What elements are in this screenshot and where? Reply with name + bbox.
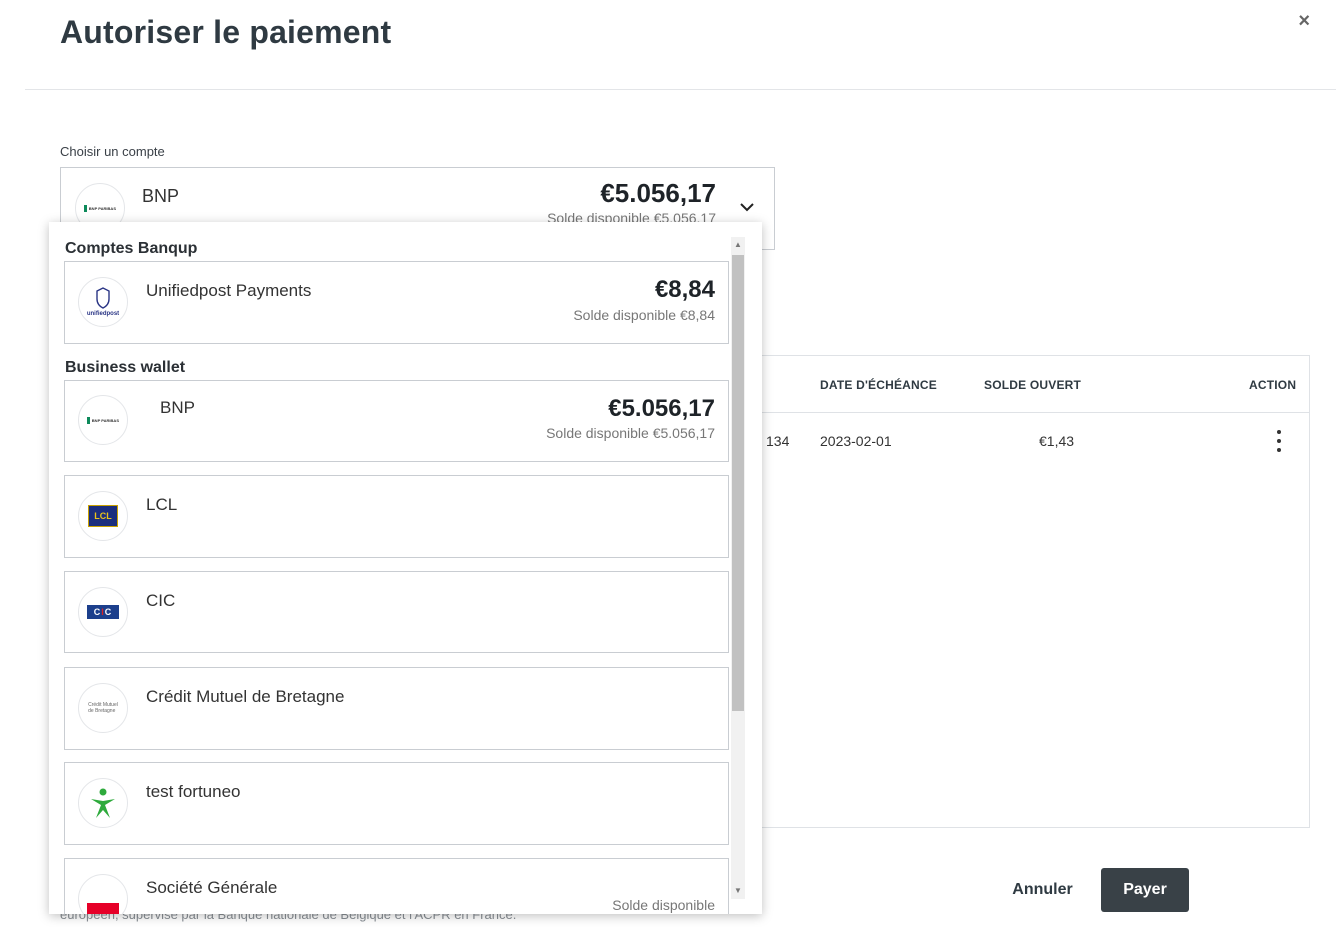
societe-generale-logo-icon — [78, 874, 128, 914]
selected-account-name: BNP — [142, 186, 180, 206]
scroll-down-arrow-icon[interactable]: ▼ — [731, 883, 745, 899]
column-header-due-date[interactable]: DATE D'ÉCHÉANCE — [820, 378, 937, 392]
more-options-icon[interactable] — [1274, 430, 1284, 456]
column-header-action: ACTION — [1249, 378, 1297, 392]
account-option-cic[interactable]: CIC CIC — [64, 571, 729, 653]
account-option-unifiedpost[interactable]: unifiedpost Unifiedpost Payments €8,84 S… — [64, 261, 729, 344]
cic-logo-icon: CIC — [78, 587, 128, 637]
svg-text:unifiedpost: unifiedpost — [87, 311, 119, 317]
account-option-fortuneo[interactable]: test fortuneo — [64, 762, 729, 845]
account-dropdown: Comptes Banqup unifiedpost Unifiedpost P… — [49, 222, 762, 914]
chevron-down-icon[interactable] — [738, 198, 756, 216]
account-option-name: CIC — [146, 591, 176, 610]
scroll-up-arrow-icon[interactable]: ▲ — [731, 237, 745, 253]
row-due-date: 2023-02-01 — [820, 433, 892, 449]
modal-title: Autoriser le paiement — [60, 14, 392, 50]
credit-mutuel-logo-icon: Crédit Mutuel de Bretagne — [78, 683, 128, 733]
group-title-banqup: Comptes Banqup — [65, 240, 198, 257]
lcl-logo-icon: LCL — [78, 491, 128, 541]
close-icon[interactable]: × — [1298, 10, 1310, 33]
account-option-lcl[interactable]: LCL LCL — [64, 475, 729, 558]
dropdown-scrollbar[interactable]: ▲ ▼ — [731, 237, 745, 899]
account-option-available: Solde disponible €8,84 — [573, 307, 715, 323]
account-option-name: test fortuneo — [146, 782, 241, 801]
account-option-bnp[interactable]: BNP PARIBAS BNP €5.056,17 Solde disponib… — [64, 380, 729, 462]
fortuneo-logo-icon — [78, 778, 128, 828]
account-option-societe-generale[interactable]: Société Générale Solde disponible — [64, 858, 729, 914]
pay-button[interactable]: Payer — [1101, 868, 1189, 912]
group-title-business-wallet: Business wallet — [65, 359, 186, 376]
account-option-amount: €5.056,17 — [608, 395, 715, 422]
account-option-name: Crédit Mutuel de Bretagne — [146, 687, 345, 706]
account-option-name: Unifiedpost Payments — [146, 281, 312, 300]
account-option-name: LCL — [146, 495, 178, 514]
account-option-credit-mutuel[interactable]: Crédit Mutuel de Bretagne Crédit Mutuel d… — [64, 667, 729, 750]
column-header-open-balance[interactable]: SOLDE OUVERT — [984, 378, 1081, 392]
header-divider — [25, 89, 1336, 90]
account-option-available: Solde disponible — [612, 897, 715, 913]
row-reference: 134 — [766, 433, 790, 449]
account-option-available: Solde disponible €5.056,17 — [546, 425, 715, 441]
selected-account-amount: €5.056,17 — [600, 178, 716, 208]
bnp-logo-icon: BNP PARIBAS — [78, 395, 128, 445]
account-select-label: Choisir un compte — [60, 144, 165, 159]
cancel-button[interactable]: Annuler — [1000, 868, 1085, 912]
scroll-thumb[interactable] — [732, 255, 744, 711]
account-dropdown-list: Comptes Banqup unifiedpost Unifiedpost P… — [49, 222, 744, 914]
account-option-name: BNP — [160, 398, 195, 417]
row-open-balance: €1,43 — [1039, 433, 1075, 449]
account-option-name: Société Générale — [146, 878, 278, 897]
unifiedpost-logo-icon: unifiedpost — [78, 277, 128, 327]
account-option-amount: €8,84 — [654, 276, 715, 303]
